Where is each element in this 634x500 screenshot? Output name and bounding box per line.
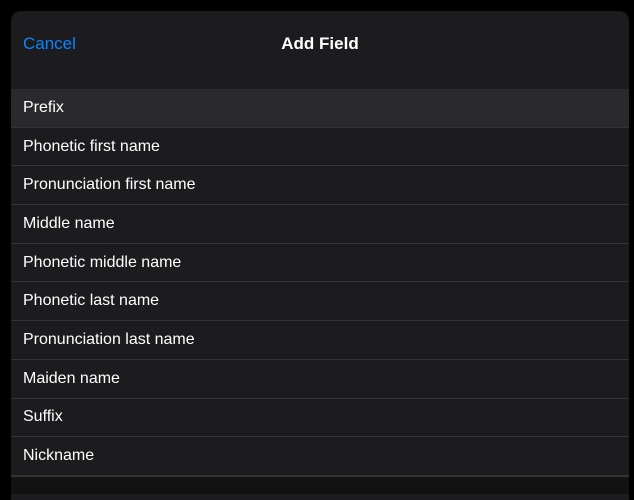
field-item-prefix[interactable]: Prefix <box>11 89 629 128</box>
field-item-label: Pronunciation first name <box>23 176 196 194</box>
field-item-phonetic-middle-name[interactable]: Phonetic middle name <box>11 244 629 283</box>
modal-header: Cancel Add Field <box>11 11 629 89</box>
field-item-label: Nickname <box>23 447 94 465</box>
field-item-middle-name[interactable]: Middle name <box>11 205 629 244</box>
field-item-label: Pronunciation last name <box>23 331 195 349</box>
cancel-button[interactable]: Cancel <box>23 34 76 54</box>
field-item-label: Phonetic last name <box>23 292 159 310</box>
field-item-label: Middle name <box>23 215 115 233</box>
field-item-pronunciation-last-name[interactable]: Pronunciation last name <box>11 321 629 360</box>
field-item-nickname[interactable]: Nickname <box>11 437 629 476</box>
field-item-maiden-name[interactable]: Maiden name <box>11 360 629 399</box>
field-item-label: Maiden name <box>23 370 120 388</box>
field-item-label: Phonetic middle name <box>23 254 181 272</box>
field-list: Prefix Phonetic first name Pronunciation… <box>11 89 629 476</box>
field-item-label: Suffix <box>23 408 63 426</box>
bottom-spacer <box>11 476 629 494</box>
add-field-modal: Cancel Add Field Prefix Phonetic first n… <box>11 11 629 500</box>
field-item-label: Phonetic first name <box>23 138 160 156</box>
field-item-pronunciation-first-name[interactable]: Pronunciation first name <box>11 166 629 205</box>
field-item-suffix[interactable]: Suffix <box>11 399 629 438</box>
modal-title: Add Field <box>11 34 629 54</box>
field-item-phonetic-last-name[interactable]: Phonetic last name <box>11 282 629 321</box>
field-item-label: Prefix <box>23 99 64 117</box>
field-item-phonetic-first-name[interactable]: Phonetic first name <box>11 128 629 167</box>
